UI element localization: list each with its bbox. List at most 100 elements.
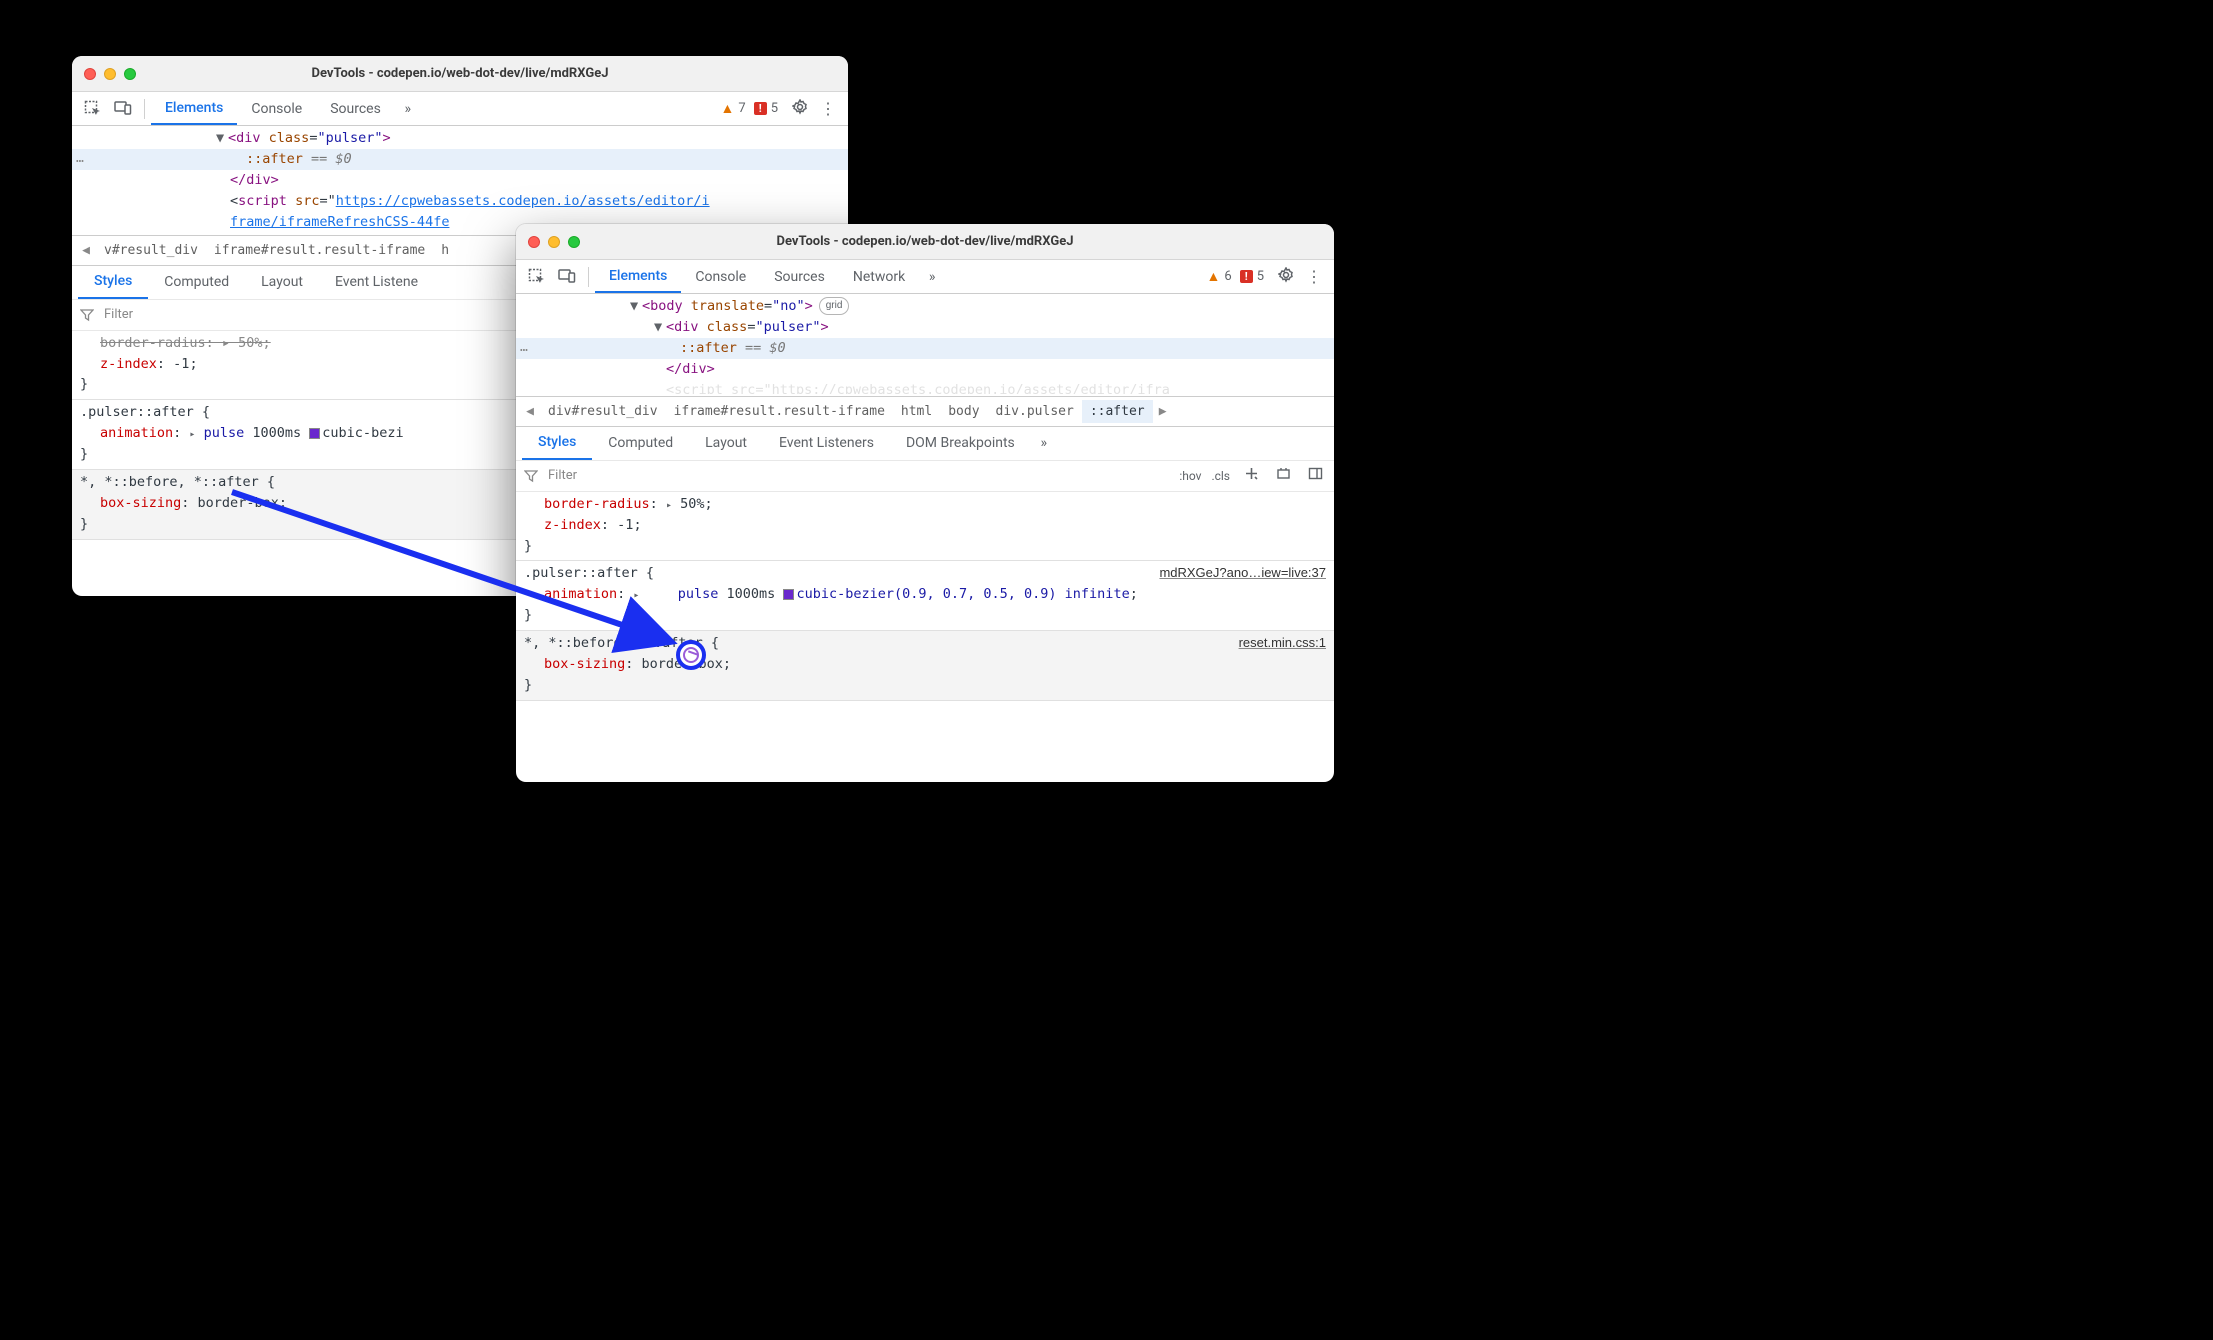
expand-icon[interactable]: ▸ [666,498,672,514]
crumb-next-icon[interactable]: ▶ [1153,404,1173,419]
bezier-swatch-icon[interactable] [309,428,320,439]
crumb-active[interactable]: ::after [1082,400,1153,423]
crumb-prev-icon[interactable]: ◀ [76,243,96,258]
rule-block[interactable]: border-radius: ▸ 50%; z-index: -1; } [516,492,1334,562]
warning-icon: ▲ [721,100,735,117]
new-rule-icon[interactable] [1240,466,1262,485]
warning-count: 6 [1224,269,1231,284]
window-title: DevTools - codepen.io/web-dot-dev/live/m… [516,234,1334,249]
cls-toggle[interactable]: .cls [1211,469,1230,483]
script-src-link[interactable]: https://cpwebassets.codepen.io/assets/ed… [336,193,710,209]
disclosure-triangle-icon[interactable]: ▼ [654,317,666,338]
filter-icon [524,469,538,483]
error-count: 5 [1257,269,1264,284]
subtab-layout[interactable]: Layout [245,266,319,299]
crumb[interactable]: body [940,400,987,423]
disclosure-triangle-icon[interactable]: ▼ [630,296,642,317]
minimize-icon[interactable] [104,68,116,80]
disclosure-triangle-icon[interactable]: ▼ [216,128,228,149]
crumb[interactable]: iframe#result.result-iframe [666,400,893,423]
crumb[interactable]: div.pulser [988,400,1082,423]
main-toolbar: Elements Console Sources Network » ▲ 6 !… [516,260,1334,294]
settings-icon[interactable] [1272,267,1300,287]
divider [144,99,145,119]
div-close[interactable]: </div> [230,172,279,188]
filter-icon [80,308,94,322]
warnings-badge[interactable]: ▲ 6 [1207,268,1232,285]
breadcrumbs[interactable]: ◀ div#result_div iframe#result.result-if… [516,396,1334,426]
tab-sources[interactable]: Sources [760,260,839,293]
more-subtabs-icon[interactable]: » [1031,435,1057,451]
minimize-icon[interactable] [548,236,560,248]
more-menu-icon[interactable]: ⋮ [814,99,842,118]
settings-icon[interactable] [786,99,814,119]
errors-badge[interactable]: ! 5 [1240,269,1264,284]
more-tabs-icon[interactable]: » [919,269,945,285]
tab-network[interactable]: Network [839,260,919,293]
pseudo-after[interactable]: ::after [680,340,737,356]
computed-styles-icon[interactable] [1272,466,1294,485]
rules-list[interactable]: border-radius: ▸ 50%; z-index: -1; } mdR… [516,492,1334,782]
main-toolbar: Elements Console Sources » ▲ 7 ! 5 ⋮ [72,92,848,126]
subtab-listeners[interactable]: Event Listene [319,266,434,299]
bezier-swatch-icon[interactable] [783,589,794,600]
crumb[interactable]: h [433,239,457,262]
subtab-listeners[interactable]: Event Listeners [763,427,890,460]
inspect-icon[interactable] [522,262,552,292]
more-menu-icon[interactable]: ⋮ [1300,267,1328,286]
zoom-icon[interactable] [124,68,136,80]
pseudo-after[interactable]: ::after [246,151,303,167]
zoom-icon[interactable] [568,236,580,248]
crumb[interactable]: iframe#result.result-iframe [206,239,433,262]
tab-console[interactable]: Console [237,92,316,125]
device-toggle-icon[interactable] [552,262,582,292]
tab-elements[interactable]: Elements [151,92,237,125]
crumb-prev-icon[interactable]: ◀ [520,404,540,419]
animation-inspector-icon[interactable] [676,640,706,670]
rule-block-pulser[interactable]: mdRXGeJ?ano…iew=live:37 .pulser::after {… [516,561,1334,631]
filter-input[interactable]: Filter [548,468,1169,483]
close-icon[interactable] [528,236,540,248]
inspect-icon[interactable] [78,94,108,124]
subtab-dom-breakpoints[interactable]: DOM Breakpoints [890,427,1031,460]
subtab-styles[interactable]: Styles [78,266,148,299]
warnings-badge[interactable]: ▲ 7 [721,100,746,117]
subtab-computed[interactable]: Computed [592,427,689,460]
animation-inspector-glyph [683,647,699,663]
tab-elements[interactable]: Elements [595,260,681,293]
subtab-styles[interactable]: Styles [522,427,592,460]
expand-icon[interactable]: ▸ [633,588,639,604]
hov-toggle[interactable]: :hov [1179,469,1201,483]
errors-badge[interactable]: ! 5 [754,101,778,116]
elements-tree[interactable]: ▼<div class="pulser"> … ::after == $0 </… [72,126,848,235]
expand-icon[interactable]: ▸ [189,427,195,443]
subtab-layout[interactable]: Layout [689,427,763,460]
script-src-link-cont[interactable]: frame/iframeRefreshCSS-44fe [230,214,449,230]
divider [588,267,589,287]
titlebar[interactable]: DevTools - codepen.io/web-dot-dev/live/m… [72,56,848,92]
traffic-lights [528,236,580,248]
subtab-computed[interactable]: Computed [148,266,245,299]
crumb[interactable]: div#result_div [540,400,666,423]
styles-subtabs: Styles Computed Layout Event Listeners D… [516,426,1334,460]
more-tabs-icon[interactable]: » [395,101,421,117]
close-icon[interactable] [84,68,96,80]
crumb[interactable]: v#result_div [96,239,206,262]
warning-icon: ▲ [1207,268,1221,285]
source-link[interactable]: reset.min.css:1 [1239,633,1326,653]
device-toggle-icon[interactable] [108,94,138,124]
grid-badge[interactable]: grid [819,297,850,315]
crumb[interactable]: html [893,400,940,423]
source-link[interactable]: mdRXGeJ?ano…iew=live:37 [1159,563,1326,583]
div-close[interactable]: </div> [666,361,715,377]
elements-tree[interactable]: ▼<body translate="no">grid ▼<div class="… [516,294,1334,396]
script-fragment: <script src="https://cpwebassets.codepen… [666,382,1170,394]
error-icon: ! [754,102,767,115]
titlebar[interactable]: DevTools - codepen.io/web-dot-dev/live/m… [516,224,1334,260]
rule-block-reset[interactable]: reset.min.css:1 *, *::before, *::after {… [516,631,1334,701]
sidebar-toggle-icon[interactable] [1304,466,1326,485]
overflow-ellipsis-icon[interactable]: … [520,338,528,358]
overflow-ellipsis-icon[interactable]: … [76,149,84,169]
tab-sources[interactable]: Sources [316,92,395,125]
tab-console[interactable]: Console [681,260,760,293]
